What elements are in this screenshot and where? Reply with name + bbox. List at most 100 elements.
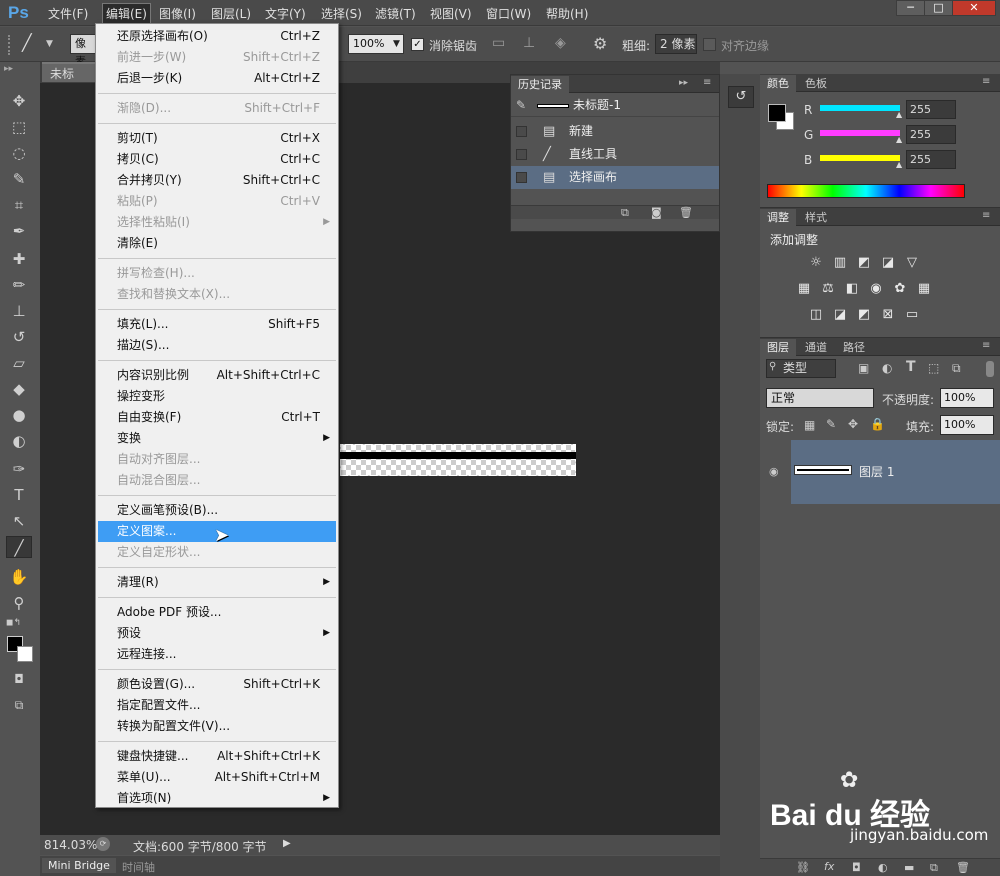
crop-tool-icon[interactable]: ⌗ (6, 194, 32, 216)
edit-menu-item[interactable]: 拷贝(C) Ctrl+C (98, 149, 336, 170)
type-tool-icon[interactable]: T (6, 484, 32, 506)
new-document-icon[interactable]: ⧉ (621, 206, 629, 220)
posterize-icon[interactable]: ◪ (832, 308, 848, 322)
tab-history[interactable]: 历史记录 (511, 76, 569, 93)
channel-slider[interactable] (820, 155, 900, 161)
zoom-tool-icon[interactable]: ⚲ (6, 592, 32, 614)
tab-styles[interactable]: 样式 (798, 209, 834, 226)
edit-menu-item[interactable]: 预设 ▶ (98, 623, 336, 644)
trash-icon[interactable]: 🗑 (956, 861, 970, 874)
filter-type-icon[interactable]: T (906, 359, 916, 375)
filter-toggle[interactable] (986, 361, 994, 377)
edit-menu-item[interactable]: 剪切(T) Ctrl+X (98, 128, 336, 149)
layer-filter-dropdown[interactable]: 类型 (766, 359, 836, 378)
path-align-icon[interactable]: ⊥ (523, 35, 535, 51)
screen-mode-icon[interactable]: ⧉ (6, 694, 32, 716)
levels-icon[interactable]: ▥ (832, 256, 848, 270)
color-lookup-icon[interactable]: ▦ (916, 282, 932, 296)
dodge-tool-icon[interactable]: ◐ (6, 430, 32, 452)
menu-3[interactable]: 图层(L) (209, 5, 253, 22)
lock-position-icon[interactable]: ✥ (848, 417, 858, 431)
selective-color-icon[interactable]: ⊠ (880, 308, 896, 322)
history-item[interactable]: ▤ 选择画布 (511, 166, 719, 189)
menu-2[interactable]: 图像(I) (157, 5, 198, 22)
line-tool-icon[interactable]: ╱ (6, 536, 32, 558)
new-group-icon[interactable]: ▬ (904, 861, 914, 874)
link-layers-icon[interactable]: ⛓ (796, 861, 810, 874)
gradient-map-icon[interactable]: ▭ (904, 308, 920, 322)
filter-adjust-icon[interactable]: ◐ (882, 361, 892, 375)
channel-value[interactable]: 255 (906, 100, 956, 119)
stamp-tool-icon[interactable]: ⊥ (6, 300, 32, 322)
history-brush-tool-icon[interactable]: ↺ (6, 326, 32, 348)
tab-color[interactable]: 颜色 (760, 75, 796, 92)
edit-menu-item[interactable]: 键盘快捷键... Alt+Shift+Ctrl+K (98, 746, 336, 767)
default-colors-icon[interactable]: ◼↰ (6, 618, 21, 628)
edit-menu-item[interactable]: 自由变换(F) Ctrl+T (98, 407, 336, 428)
filter-shape-icon[interactable]: ⬚ (928, 361, 939, 375)
history-item[interactable]: ╱ 直线工具 (511, 143, 719, 166)
canvas-document[interactable] (340, 444, 576, 476)
menu-1[interactable]: 编辑(E) (102, 3, 151, 24)
history-snapshot[interactable]: ✎ 未标题-1 (511, 94, 719, 117)
photo-filter-icon[interactable]: ◉ (868, 282, 884, 296)
color-balance-icon[interactable]: ⚖ (820, 282, 836, 296)
new-layer-icon[interactable]: ⧉ (930, 861, 938, 875)
slider-thumb-icon[interactable]: ▲ (896, 135, 902, 144)
slider-thumb-icon[interactable]: ▲ (896, 110, 902, 119)
marquee-tool-icon[interactable]: ⬚ (6, 116, 32, 138)
slider-thumb-icon[interactable]: ▲ (896, 160, 902, 169)
tab-timeline[interactable]: 时间轴 (116, 858, 161, 876)
zoom-level[interactable]: 814.03% (44, 838, 97, 852)
panel-menu-icon[interactable]: ≡ (982, 340, 990, 351)
healing-tool-icon[interactable]: ✚ (6, 248, 32, 270)
edit-menu-item[interactable]: 合并拷贝(Y) Shift+Ctrl+C (98, 170, 336, 191)
panel-menu-icon[interactable]: ≡ (703, 77, 711, 88)
hue-saturation-icon[interactable]: ▦ (796, 282, 812, 296)
history-item[interactable]: ▤ 新建 (511, 120, 719, 143)
layer-row[interactable]: 图层 1 (791, 440, 1000, 504)
edit-menu-item[interactable]: 拼写检查(H)... (98, 263, 336, 284)
mode-dropdown[interactable]: 像素 (70, 34, 98, 68)
menu-0[interactable]: 文件(F) (46, 5, 90, 22)
path-select-tool-icon[interactable]: ↖ (6, 510, 32, 532)
edit-menu-item[interactable]: 首选项(N) ▶ (98, 788, 336, 809)
lock-pixels-icon[interactable]: ✎ (826, 417, 836, 431)
line-tool-icon[interactable]: ╱ (22, 33, 32, 52)
edit-menu-item[interactable]: 清除(E) (98, 233, 336, 254)
edit-menu-item[interactable]: 填充(L)... Shift+F5 (98, 314, 336, 335)
camera-icon[interactable]: ◙ (651, 206, 662, 219)
filter-smart-icon[interactable]: ⧉ (952, 361, 961, 376)
panel-menu-icon[interactable]: ≡ (982, 210, 990, 221)
lock-all-icon[interactable]: 🔒 (870, 417, 885, 431)
edit-menu-item[interactable]: 清理(R) ▶ (98, 572, 336, 593)
channel-value[interactable]: 255 (906, 125, 956, 144)
document-tab[interactable]: 未标题-1 (42, 62, 96, 101)
weight-input[interactable]: 2 像素 (655, 34, 697, 54)
history-panel-icon[interactable]: ↺ (728, 86, 754, 108)
quick-select-tool-icon[interactable]: ✎ (6, 168, 32, 190)
pen-tool-icon[interactable]: ✑ (6, 458, 32, 480)
visibility-eye-icon[interactable]: ◉ (769, 465, 779, 478)
menu-5[interactable]: 选择(S) (319, 5, 364, 22)
edit-menu-item[interactable]: 描边(S)... (98, 335, 336, 356)
channel-mixer-icon[interactable]: ✿ (892, 282, 908, 296)
lock-transparency-icon[interactable]: ▦ (804, 418, 815, 432)
trash-icon[interactable]: 🗑 (679, 206, 693, 219)
curves-icon[interactable]: ◩ (856, 256, 872, 270)
layer-opacity-input[interactable]: 100% (940, 388, 994, 408)
edit-menu-item[interactable]: 还原选择画布(O) Ctrl+Z (98, 26, 336, 47)
edit-menu-item[interactable]: 菜单(U)... Alt+Shift+Ctrl+M (98, 767, 336, 788)
exposure-icon[interactable]: ◪ (880, 256, 896, 270)
edit-menu-item[interactable]: 自动对齐图层... (98, 449, 336, 470)
maximize-button[interactable]: □ (924, 0, 953, 16)
channel-slider[interactable] (820, 130, 900, 136)
fg-color-swatch[interactable] (768, 104, 786, 122)
color-spectrum[interactable] (767, 184, 965, 198)
add-mask-icon[interactable]: ◘ (852, 861, 861, 874)
edit-menu-item[interactable]: 远程连接... (98, 644, 336, 665)
quick-mask-icon[interactable]: ◘ (6, 668, 32, 690)
move-tool-icon[interactable]: ✥ (6, 90, 32, 112)
align-edges-checkbox[interactable] (703, 38, 716, 51)
collapse-icon[interactable]: ▸▸ (679, 78, 688, 88)
